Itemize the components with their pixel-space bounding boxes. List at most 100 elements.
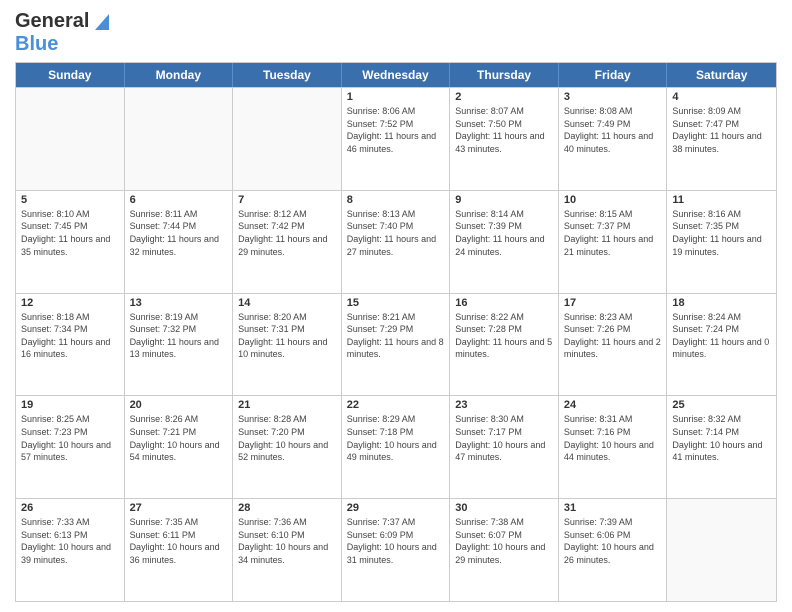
day-cell-25: 25 Sunrise: 8:32 AM Sunset: 7:14 PM Dayli…: [667, 396, 776, 498]
logo: General Blue: [15, 10, 113, 56]
day-info: Sunrise: 8:18 AM Sunset: 7:34 PM Dayligh…: [21, 311, 119, 361]
day-cell-13: 13 Sunrise: 8:19 AM Sunset: 7:32 PM Dayli…: [125, 294, 234, 396]
day-info: Sunrise: 8:32 AM Sunset: 7:14 PM Dayligh…: [672, 413, 771, 463]
day-info: Sunrise: 8:19 AM Sunset: 7:32 PM Dayligh…: [130, 311, 228, 361]
day-info: Sunrise: 8:31 AM Sunset: 7:16 PM Dayligh…: [564, 413, 662, 463]
day-info: Sunrise: 8:25 AM Sunset: 7:23 PM Dayligh…: [21, 413, 119, 463]
day-info: Sunrise: 8:20 AM Sunset: 7:31 PM Dayligh…: [238, 311, 336, 361]
day-cell-14: 14 Sunrise: 8:20 AM Sunset: 7:31 PM Dayli…: [233, 294, 342, 396]
day-cell-21: 21 Sunrise: 8:28 AM Sunset: 7:20 PM Dayli…: [233, 396, 342, 498]
day-cell-29: 29 Sunrise: 7:37 AM Sunset: 6:09 PM Dayli…: [342, 499, 451, 601]
calendar-row-1: 1 Sunrise: 8:06 AM Sunset: 7:52 PM Daylig…: [16, 87, 776, 190]
day-number: 13: [130, 297, 228, 309]
day-cell-30: 30 Sunrise: 7:38 AM Sunset: 6:07 PM Dayli…: [450, 499, 559, 601]
day-number: 1: [347, 91, 445, 103]
day-number: 7: [238, 194, 336, 206]
day-number: 9: [455, 194, 553, 206]
day-number: 5: [21, 194, 119, 206]
empty-cell: [233, 88, 342, 190]
day-info: Sunrise: 7:33 AM Sunset: 6:13 PM Dayligh…: [21, 516, 119, 566]
day-info: Sunrise: 8:16 AM Sunset: 7:35 PM Dayligh…: [672, 208, 771, 258]
day-info: Sunrise: 7:35 AM Sunset: 6:11 PM Dayligh…: [130, 516, 228, 566]
day-cell-2: 2 Sunrise: 8:07 AM Sunset: 7:50 PM Daylig…: [450, 88, 559, 190]
calendar-page: General Blue SundayMondayTuesdayWednesda…: [0, 0, 792, 612]
day-cell-7: 7 Sunrise: 8:12 AM Sunset: 7:42 PM Daylig…: [233, 191, 342, 293]
header-day-saturday: Saturday: [667, 63, 776, 87]
header-day-sunday: Sunday: [16, 63, 125, 87]
day-cell-15: 15 Sunrise: 8:21 AM Sunset: 7:29 PM Dayli…: [342, 294, 451, 396]
header-day-monday: Monday: [125, 63, 234, 87]
empty-cell: [667, 499, 776, 601]
header-day-wednesday: Wednesday: [342, 63, 451, 87]
day-number: 6: [130, 194, 228, 206]
header-day-thursday: Thursday: [450, 63, 559, 87]
day-info: Sunrise: 8:26 AM Sunset: 7:21 PM Dayligh…: [130, 413, 228, 463]
day-number: 25: [672, 399, 771, 411]
day-cell-18: 18Sunrise: 8:24 AM Sunset: 7:24 PM Dayli…: [667, 294, 776, 396]
day-number: 4: [672, 91, 771, 103]
day-cell-10: 10 Sunrise: 8:15 AM Sunset: 7:37 PM Dayli…: [559, 191, 668, 293]
day-number: 31: [564, 502, 662, 514]
day-cell-9: 9 Sunrise: 8:14 AM Sunset: 7:39 PM Daylig…: [450, 191, 559, 293]
day-cell-6: 6Sunrise: 8:11 AM Sunset: 7:44 PM Daylig…: [125, 191, 234, 293]
day-info: Sunrise: 8:06 AM Sunset: 7:52 PM Dayligh…: [347, 105, 445, 155]
day-number: 14: [238, 297, 336, 309]
day-info: Sunrise: 8:28 AM Sunset: 7:20 PM Dayligh…: [238, 413, 336, 463]
day-cell-24: 24 Sunrise: 8:31 AM Sunset: 7:16 PM Dayli…: [559, 396, 668, 498]
calendar-row-3: 12 Sunrise: 8:18 AM Sunset: 7:34 PM Dayli…: [16, 293, 776, 396]
header: General Blue: [15, 10, 777, 56]
day-info: Sunrise: 8:14 AM Sunset: 7:39 PM Dayligh…: [455, 208, 553, 258]
day-number: 18: [672, 297, 771, 309]
day-cell-19: 19 Sunrise: 8:25 AM Sunset: 7:23 PM Dayli…: [16, 396, 125, 498]
day-info: Sunrise: 7:36 AM Sunset: 6:10 PM Dayligh…: [238, 516, 336, 566]
day-cell-11: 11 Sunrise: 8:16 AM Sunset: 7:35 PM Dayli…: [667, 191, 776, 293]
day-info: Sunrise: 7:38 AM Sunset: 6:07 PM Dayligh…: [455, 516, 553, 566]
day-info: Sunrise: 8:30 AM Sunset: 7:17 PM Dayligh…: [455, 413, 553, 463]
day-info: Sunrise: 8:21 AM Sunset: 7:29 PM Dayligh…: [347, 311, 445, 361]
day-number: 11: [672, 194, 771, 206]
day-cell-1: 1 Sunrise: 8:06 AM Sunset: 7:52 PM Daylig…: [342, 88, 451, 190]
calendar-row-4: 19 Sunrise: 8:25 AM Sunset: 7:23 PM Dayli…: [16, 395, 776, 498]
day-number: 16: [455, 297, 553, 309]
day-info: Sunrise: 7:39 AM Sunset: 6:06 PM Dayligh…: [564, 516, 662, 566]
day-info: Sunrise: 8:08 AM Sunset: 7:49 PM Dayligh…: [564, 105, 662, 155]
day-info: Sunrise: 8:12 AM Sunset: 7:42 PM Dayligh…: [238, 208, 336, 258]
day-cell-8: 8Sunrise: 8:13 AM Sunset: 7:40 PM Daylig…: [342, 191, 451, 293]
day-number: 22: [347, 399, 445, 411]
day-cell-22: 22 Sunrise: 8:29 AM Sunset: 7:18 PM Dayli…: [342, 396, 451, 498]
day-cell-5: 5 Sunrise: 8:10 AM Sunset: 7:45 PM Daylig…: [16, 191, 125, 293]
day-number: 30: [455, 502, 553, 514]
empty-cell: [125, 88, 234, 190]
day-number: 12: [21, 297, 119, 309]
header-day-tuesday: Tuesday: [233, 63, 342, 87]
logo-triangle-icon: [91, 10, 113, 32]
day-number: 24: [564, 399, 662, 411]
day-number: 15: [347, 297, 445, 309]
day-number: 10: [564, 194, 662, 206]
day-cell-20: 20 Sunrise: 8:26 AM Sunset: 7:21 PM Dayli…: [125, 396, 234, 498]
day-info: Sunrise: 8:07 AM Sunset: 7:50 PM Dayligh…: [455, 105, 553, 155]
calendar-body: 1 Sunrise: 8:06 AM Sunset: 7:52 PM Daylig…: [16, 87, 776, 601]
day-info: Sunrise: 8:29 AM Sunset: 7:18 PM Dayligh…: [347, 413, 445, 463]
day-number: 27: [130, 502, 228, 514]
day-number: 3: [564, 91, 662, 103]
day-cell-27: 27 Sunrise: 7:35 AM Sunset: 6:11 PM Dayli…: [125, 499, 234, 601]
calendar-header: SundayMondayTuesdayWednesdayThursdayFrid…: [16, 63, 776, 87]
day-cell-17: 17Sunrise: 8:23 AM Sunset: 7:26 PM Dayli…: [559, 294, 668, 396]
day-info: Sunrise: 8:13 AM Sunset: 7:40 PM Dayligh…: [347, 208, 445, 258]
logo-blue: Blue: [15, 33, 58, 55]
day-cell-3: 3 Sunrise: 8:08 AM Sunset: 7:49 PM Daylig…: [559, 88, 668, 190]
day-info: Sunrise: 7:37 AM Sunset: 6:09 PM Dayligh…: [347, 516, 445, 566]
day-info: Sunrise: 8:15 AM Sunset: 7:37 PM Dayligh…: [564, 208, 662, 258]
day-number: 17: [564, 297, 662, 309]
header-day-friday: Friday: [559, 63, 668, 87]
day-number: 20: [130, 399, 228, 411]
day-number: 29: [347, 502, 445, 514]
day-number: 21: [238, 399, 336, 411]
day-info: Sunrise: 8:10 AM Sunset: 7:45 PM Dayligh…: [21, 208, 119, 258]
calendar-row-5: 26Sunrise: 7:33 AM Sunset: 6:13 PM Dayli…: [16, 498, 776, 601]
day-number: 19: [21, 399, 119, 411]
day-cell-23: 23Sunrise: 8:30 AM Sunset: 7:17 PM Dayli…: [450, 396, 559, 498]
day-cell-31: 31 Sunrise: 7:39 AM Sunset: 6:06 PM Dayli…: [559, 499, 668, 601]
day-number: 2: [455, 91, 553, 103]
